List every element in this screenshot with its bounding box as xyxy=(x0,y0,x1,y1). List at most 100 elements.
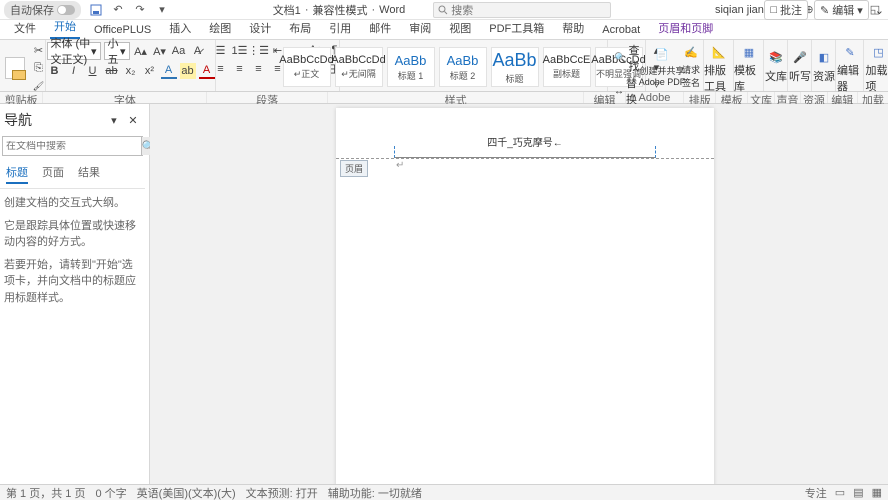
tab-acrobat[interactable]: Acrobat xyxy=(598,21,644,39)
view-print-icon[interactable]: ▤ xyxy=(853,486,863,499)
nav-search[interactable]: 🔍 xyxy=(2,136,143,156)
tab-references[interactable]: 引用 xyxy=(325,17,355,39)
tab-file[interactable]: 文件 xyxy=(10,17,40,39)
comment-button[interactable]: □ 批注 xyxy=(764,0,808,20)
search-box[interactable]: 搜索 xyxy=(433,2,611,18)
ribbon-tabs: 文件 开始 OfficePLUS 插入 绘图 设计 布局 引用 邮件 审阅 视图… xyxy=(0,20,888,40)
style-title[interactable]: AaBb标题 xyxy=(491,47,539,87)
style-h2[interactable]: AaBb标题 2 xyxy=(439,47,487,87)
shrink-font-icon[interactable]: A▾ xyxy=(152,43,168,59)
copy-icon[interactable]: ⎘ xyxy=(31,60,47,76)
nav-tab-headings[interactable]: 标题 xyxy=(6,164,28,184)
tab-pdf[interactable]: PDF工具箱 xyxy=(485,17,548,39)
bold-icon[interactable]: B xyxy=(47,63,63,79)
addins-icon: ◳ xyxy=(868,42,888,62)
status-bar: 第 1 页，共 1 页 0 个字 英语(美国)(文本)(大) 文本预测: 打开 … xyxy=(0,484,888,500)
editor-icon: ✎ xyxy=(840,42,860,62)
request-sign-button[interactable]: ✍请求 签名 xyxy=(679,43,703,89)
grow-font-icon[interactable]: A▴ xyxy=(133,43,149,59)
layout-tools-button[interactable]: 📐排版工具 xyxy=(704,42,734,94)
change-case-icon[interactable]: Aa xyxy=(171,43,187,59)
resources-button[interactable]: ◧资源 xyxy=(813,48,835,84)
multilevel-icon[interactable]: ⋮☰ xyxy=(251,42,267,58)
style-nospacing[interactable]: AaBbCcDd↵无间隔 xyxy=(335,47,383,87)
italic-icon[interactable]: I xyxy=(66,63,82,79)
user-name[interactable]: siqian jiang xyxy=(715,4,770,16)
align-left-icon[interactable]: ≡ xyxy=(213,61,229,77)
app-name: Word xyxy=(379,4,405,16)
nav-pane: 导航 ▾ ✕ 🔍 标题 页面 结果 创建文档的交互式大纲。 它是跟踪具体位置或快… xyxy=(0,104,150,484)
status-focus[interactable]: 专注 xyxy=(805,485,827,501)
template-icon: ▦ xyxy=(739,42,759,62)
align-right-icon[interactable]: ≡ xyxy=(251,61,267,77)
tab-design[interactable]: 设计 xyxy=(245,17,275,39)
tab-mail[interactable]: 邮件 xyxy=(365,17,395,39)
style-normal[interactable]: AaBbCcDd↵正文 xyxy=(283,47,331,87)
document-area[interactable]: 四千_巧克摩号← 页眉 ↵ xyxy=(150,104,888,484)
nav-tab-results[interactable]: 结果 xyxy=(78,164,100,184)
redo-icon[interactable]: ↷ xyxy=(133,3,147,17)
editor-button[interactable]: ✎编辑器 xyxy=(837,42,863,94)
nav-tab-pages[interactable]: 页面 xyxy=(42,164,64,184)
sign-icon: ✍ xyxy=(681,43,701,63)
replace-button[interactable]: ↔替换 xyxy=(614,75,639,107)
nav-help-text: 创建文档的交互式大纲。 它是跟踪具体位置或快速移动内容的好方式。 若要开始，请转… xyxy=(0,189,145,318)
tab-insert[interactable]: 插入 xyxy=(165,17,195,39)
font-size-combo[interactable]: 小五▾ xyxy=(104,42,130,60)
nav-search-input[interactable] xyxy=(3,141,141,152)
strike-icon[interactable]: ab xyxy=(104,63,120,79)
pdf-icon: 📄 xyxy=(652,44,672,64)
status-page[interactable]: 第 1 页，共 1 页 xyxy=(6,485,85,501)
editing-mode-button[interactable]: ✎ 编辑 ▾ xyxy=(814,0,869,20)
subscript-icon[interactable]: x₂ xyxy=(123,63,139,79)
status-words[interactable]: 0 个字 xyxy=(95,485,126,501)
clipboard-icon xyxy=(5,57,25,79)
body-cursor: ↵ xyxy=(396,160,404,171)
highlight-icon[interactable]: ab xyxy=(180,63,196,79)
superscript-icon[interactable]: x² xyxy=(142,63,158,79)
find-button[interactable]: 🔍查找 xyxy=(614,42,639,74)
addins-button[interactable]: ◳加载项 xyxy=(865,42,888,94)
undo-icon[interactable]: ↶ xyxy=(111,3,125,17)
clear-format-icon[interactable]: A̷ xyxy=(190,43,206,59)
align-center-icon[interactable]: ≡ xyxy=(232,61,248,77)
qat-dropdown-icon[interactable]: ▾ xyxy=(155,3,169,17)
nav-dropdown-icon[interactable]: ▾ xyxy=(106,112,122,128)
tab-officeplus[interactable]: OfficePLUS xyxy=(90,21,155,39)
compat-mode: 兼容性模式 xyxy=(312,2,367,18)
status-lang[interactable]: 英语(美国)(文本)(大) xyxy=(137,485,236,501)
header-tag: 页眉 xyxy=(340,160,368,177)
paste-button[interactable] xyxy=(3,57,27,79)
status-predict[interactable]: 文本预测: 打开 xyxy=(246,485,318,501)
view-read-icon[interactable]: ▭ xyxy=(835,486,845,499)
header-edit-box[interactable] xyxy=(394,146,656,158)
library-button[interactable]: 📚文库 xyxy=(765,48,787,84)
resources-icon: ◧ xyxy=(814,48,834,68)
cut-icon[interactable]: ✂ xyxy=(31,42,47,58)
font-name-combo[interactable]: 宋体 (中文正文)▾ xyxy=(47,42,101,60)
tab-view[interactable]: 视图 xyxy=(445,17,475,39)
tab-layout[interactable]: 布局 xyxy=(285,17,315,39)
nav-close-icon[interactable]: ✕ xyxy=(125,112,141,128)
numbering-icon[interactable]: 1☰ xyxy=(232,42,248,58)
ribbon: ✂ ⎘ 🖌 宋体 (中文正文)▾ 小五▾ A▴ A▾ Aa A̷ B I U a… xyxy=(0,40,888,92)
create-pdf-button[interactable]: 📄创建并共享 Adobe PDF xyxy=(647,44,677,87)
header-boundary xyxy=(336,158,714,159)
style-subtitle[interactable]: AaBbCcE副标题 xyxy=(543,47,591,87)
tab-help[interactable]: 帮助 xyxy=(558,17,588,39)
status-access[interactable]: 辅助功能: 一切就绪 xyxy=(328,485,422,501)
main-area: 导航 ▾ ✕ 🔍 标题 页面 结果 创建文档的交互式大纲。 它是跟踪具体位置或快… xyxy=(0,104,888,484)
underline-icon[interactable]: U xyxy=(85,63,101,79)
tab-header-footer[interactable]: 页眉和页脚 xyxy=(654,17,717,39)
view-web-icon[interactable]: ▦ xyxy=(872,486,882,499)
tab-draw[interactable]: 绘图 xyxy=(205,17,235,39)
tab-review[interactable]: 审阅 xyxy=(405,17,435,39)
style-h1[interactable]: AaBb标题 1 xyxy=(387,47,435,87)
dictate-button[interactable]: 🎤听写 xyxy=(789,48,811,84)
collapse-ribbon-icon[interactable]: ⌄ xyxy=(875,4,884,17)
format-painter-icon[interactable]: 🖌 xyxy=(31,78,47,94)
templates-button[interactable]: ▦模板库 xyxy=(734,42,764,94)
bullets-icon[interactable]: ☰ xyxy=(213,42,229,58)
text-effect-icon[interactable]: A xyxy=(161,63,177,79)
save-icon[interactable] xyxy=(89,3,103,17)
